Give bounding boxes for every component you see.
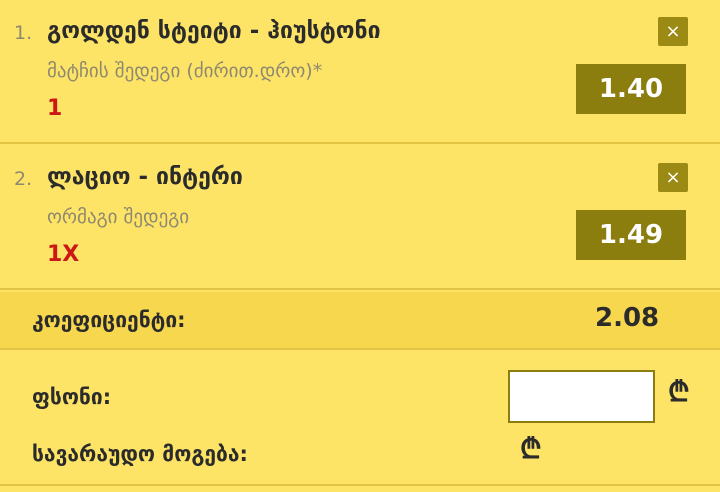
pick-value: 1 xyxy=(47,96,63,121)
odd-button[interactable]: 1.40 xyxy=(576,64,686,114)
market-name: მატჩის შედეგი (ძირით.დრო)* xyxy=(47,60,323,82)
match-name: ლაციო - ინტერი xyxy=(47,164,243,190)
remove-bet-button[interactable]: × xyxy=(658,163,688,192)
match-name: გოლდენ სტეიტი - ჰიუსტონი xyxy=(47,18,381,44)
bet-item: 2. ლაციო - ინტერი ორმაგი შედეგი 1X × 1.4… xyxy=(0,146,720,290)
coefficient-label: კოეფიციენტი: xyxy=(32,308,186,332)
odd-button[interactable]: 1.49 xyxy=(576,210,686,260)
stake-input[interactable] xyxy=(508,370,655,423)
close-icon: × xyxy=(665,21,681,42)
lari-icon: ₾ xyxy=(668,375,690,408)
bet-index: 1. xyxy=(14,22,33,44)
remove-bet-button[interactable]: × xyxy=(658,17,688,46)
total-coefficient-row: კოეფიციენტი: 2.08 xyxy=(0,292,720,350)
stake-area: ფსონი: ₾ სავარაუდო მოგება: ₾ xyxy=(0,352,720,492)
close-icon: × xyxy=(665,167,681,188)
coefficient-value: 2.08 xyxy=(595,303,660,333)
pick-value: 1X xyxy=(47,242,80,267)
bet-item: 1. გოლდენ სტეიტი - ჰიუსტონი მატჩის შედეგ… xyxy=(0,0,720,144)
potential-win-label: სავარაუდო მოგება: xyxy=(32,442,248,466)
lari-icon: ₾ xyxy=(520,432,542,465)
divider xyxy=(0,484,720,486)
bet-index: 2. xyxy=(14,168,33,190)
stake-label: ფსონი: xyxy=(32,385,112,409)
market-name: ორმაგი შედეგი xyxy=(47,206,190,228)
